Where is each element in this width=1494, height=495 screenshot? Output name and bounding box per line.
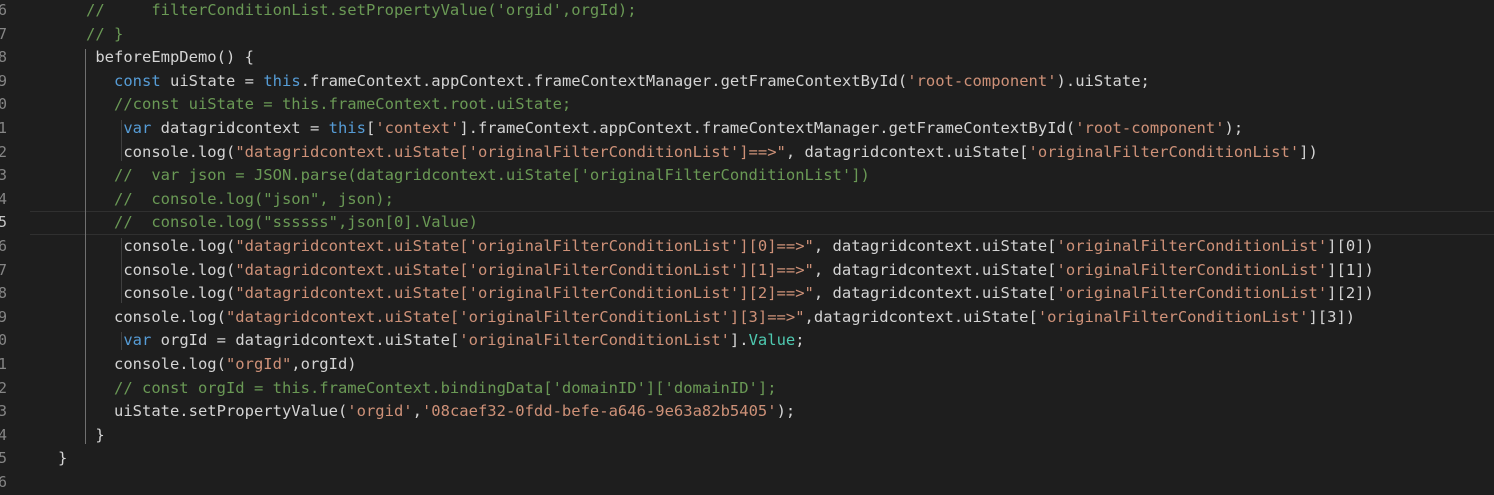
- code-token-default: ,: [412, 402, 422, 421]
- code-token-default: [30, 72, 114, 90]
- code-token-string: "datagridcontext.uiState['originalFilter…: [235, 284, 814, 303]
- code-token-default: [: [365, 119, 376, 137]
- code-line[interactable]: const uiState = this.frameContext.appCon…: [30, 70, 1494, 94]
- code-token-default: datagridcontext =: [151, 119, 329, 137]
- code-token-keyword: this: [328, 119, 366, 137]
- code-token-keyword: const: [114, 71, 161, 90]
- code-token-string: "orgId": [225, 355, 292, 373]
- code-line[interactable]: console.log("datagridcontext.uiState['or…: [30, 235, 1494, 259]
- code-token-keyword: var: [123, 331, 152, 350]
- code-token-default: [30, 331, 123, 349]
- code-token-comment: //const uiState = this.frameContext.root…: [30, 95, 572, 114]
- code-token-default: , datagridcontext.uiState[: [813, 237, 1057, 255]
- code-line[interactable]: //const uiState = this.frameContext.root…: [30, 93, 1494, 117]
- code-token-string: 'originalFilterConditionList': [1056, 237, 1328, 255]
- code-token-default: console.log(: [30, 355, 226, 373]
- code-token-default: console.log(: [30, 260, 236, 279]
- code-token-string: 'context': [375, 119, 460, 137]
- code-token-comment: // const orgId = this.frameContext.bindi…: [30, 378, 777, 397]
- code-token-keyword: var: [123, 119, 152, 137]
- code-line[interactable]: console.log("datagridcontext.uiState['or…: [30, 306, 1494, 330]
- code-token-default: ][3]): [1308, 307, 1356, 326]
- code-token-default: , datagridcontext.uiState[: [813, 260, 1057, 279]
- code-token-string: 'originalFilterConditionList': [1056, 260, 1328, 279]
- code-token-default: orgId = datagridcontext.uiState[: [151, 331, 460, 350]
- code-line[interactable]: // filterConditionList.setPropertyValue(…: [30, 0, 1494, 23]
- code-token-default: .frameContext.appContext.frameContextMan…: [300, 71, 908, 90]
- code-line[interactable]: var datagridcontext = this['context'].fr…: [30, 117, 1494, 141]
- code-line[interactable]: // }: [30, 23, 1494, 47]
- code-token-default: );: [776, 402, 796, 421]
- indent-guide: [121, 238, 122, 303]
- code-token-default: uiState =: [160, 71, 264, 90]
- code-line[interactable]: beforeEmpDemo() {: [30, 46, 1494, 70]
- code-line[interactable]: console.log("orgId",orgId): [30, 353, 1494, 377]
- code-token-default: ].: [729, 331, 749, 350]
- code-token-string: 'root-component': [1075, 119, 1225, 137]
- code-line[interactable]: // console.log("json", json);: [30, 188, 1494, 212]
- code-token-default: , datagridcontext.uiState[: [813, 284, 1057, 303]
- code-token-string: "datagridcontext.uiState['originalFilter…: [235, 237, 814, 255]
- code-line[interactable]: }: [30, 447, 1494, 471]
- code-token-default: ,datagridcontext.uiState[: [804, 307, 1038, 326]
- code-token-default: );: [1224, 119, 1244, 137]
- code-token-default: [30, 119, 123, 137]
- code-token-string: 'originalFilterConditionList': [459, 331, 730, 350]
- code-token-default: , datagridcontext.uiState[: [785, 142, 1029, 161]
- code-token-string: 'originalFilterConditionList': [1056, 284, 1328, 303]
- code-token-string: 'root-component': [907, 71, 1057, 90]
- code-token-default: ].frameContext.appContext.frameContextMa…: [459, 119, 1076, 137]
- code-token-default: ,orgId): [291, 355, 357, 373]
- code-token-default: ).uiState;: [1056, 71, 1150, 90]
- code-token-default: console.log(: [30, 142, 236, 161]
- code-token-string: 'originalFilterConditionList': [1037, 307, 1309, 326]
- code-area[interactable]: // filterConditionList.setPropertyValue(…: [0, 0, 1494, 495]
- code-line[interactable]: // const orgId = this.frameContext.bindi…: [30, 377, 1494, 401]
- code-token-comment: // var json = JSON.parse(datagridcontext…: [30, 166, 870, 185]
- code-line[interactable]: uiState.setPropertyValue('orgid','08caef…: [30, 400, 1494, 424]
- code-token-default: ][0]): [1327, 237, 1374, 255]
- indent-guide: [121, 120, 122, 162]
- code-token-default: console.log(: [30, 307, 226, 326]
- code-token-string: 'originalFilterConditionList': [1028, 142, 1300, 161]
- code-line[interactable]: [30, 471, 1494, 495]
- code-line[interactable]: console.log("datagridcontext.uiState['or…: [30, 282, 1494, 306]
- code-token-default: ]): [1299, 142, 1318, 161]
- code-token-default: ;: [795, 331, 805, 350]
- code-line[interactable]: }: [30, 424, 1494, 448]
- code-token-keyword: this: [263, 71, 301, 90]
- indent-guide: [121, 332, 122, 350]
- code-token-comment: // }: [30, 24, 124, 43]
- code-token-default: }: [30, 425, 105, 444]
- code-token-string: "datagridcontext.uiState['originalFilter…: [225, 307, 805, 326]
- indent-guide: [85, 49, 86, 445]
- code-editor[interactable]: 678901234567890123456 // filterCondition…: [0, 0, 1494, 495]
- code-token-default: uiState.setPropertyValue(: [30, 402, 348, 421]
- code-token-default: ][1]): [1327, 260, 1374, 279]
- code-token-string: 'orgid': [347, 402, 413, 421]
- code-token-comment: // filterConditionList.setPropertyValue(…: [30, 1, 637, 19]
- code-token-default: console.log(: [30, 284, 236, 303]
- code-line[interactable]: var orgId = datagridcontext.uiState['ori…: [30, 329, 1494, 353]
- code-line[interactable]: console.log("datagridcontext.uiState['or…: [30, 259, 1494, 283]
- code-token-default: ][2]): [1327, 284, 1374, 303]
- code-line[interactable]: // console.log("ssssss",json[0].Value): [30, 211, 1494, 235]
- code-token-default: console.log(: [30, 237, 236, 255]
- code-line[interactable]: // var json = JSON.parse(datagridcontext…: [30, 164, 1494, 188]
- code-token-string: "datagridcontext.uiState['originalFilter…: [235, 142, 786, 161]
- code-line[interactable]: console.log("datagridcontext.uiState['or…: [30, 141, 1494, 165]
- code-token-property: Value: [748, 331, 796, 350]
- code-token-default: }: [30, 449, 68, 468]
- code-token-comment: // console.log("ssssss",json[0].Value): [30, 213, 478, 232]
- code-token-string: '08caef32-0fdd-befe-a646-9e63a82b5405': [421, 402, 777, 421]
- code-token-default: beforeEmpDemo() {: [30, 48, 254, 67]
- code-token-string: "datagridcontext.uiState['originalFilter…: [235, 260, 814, 279]
